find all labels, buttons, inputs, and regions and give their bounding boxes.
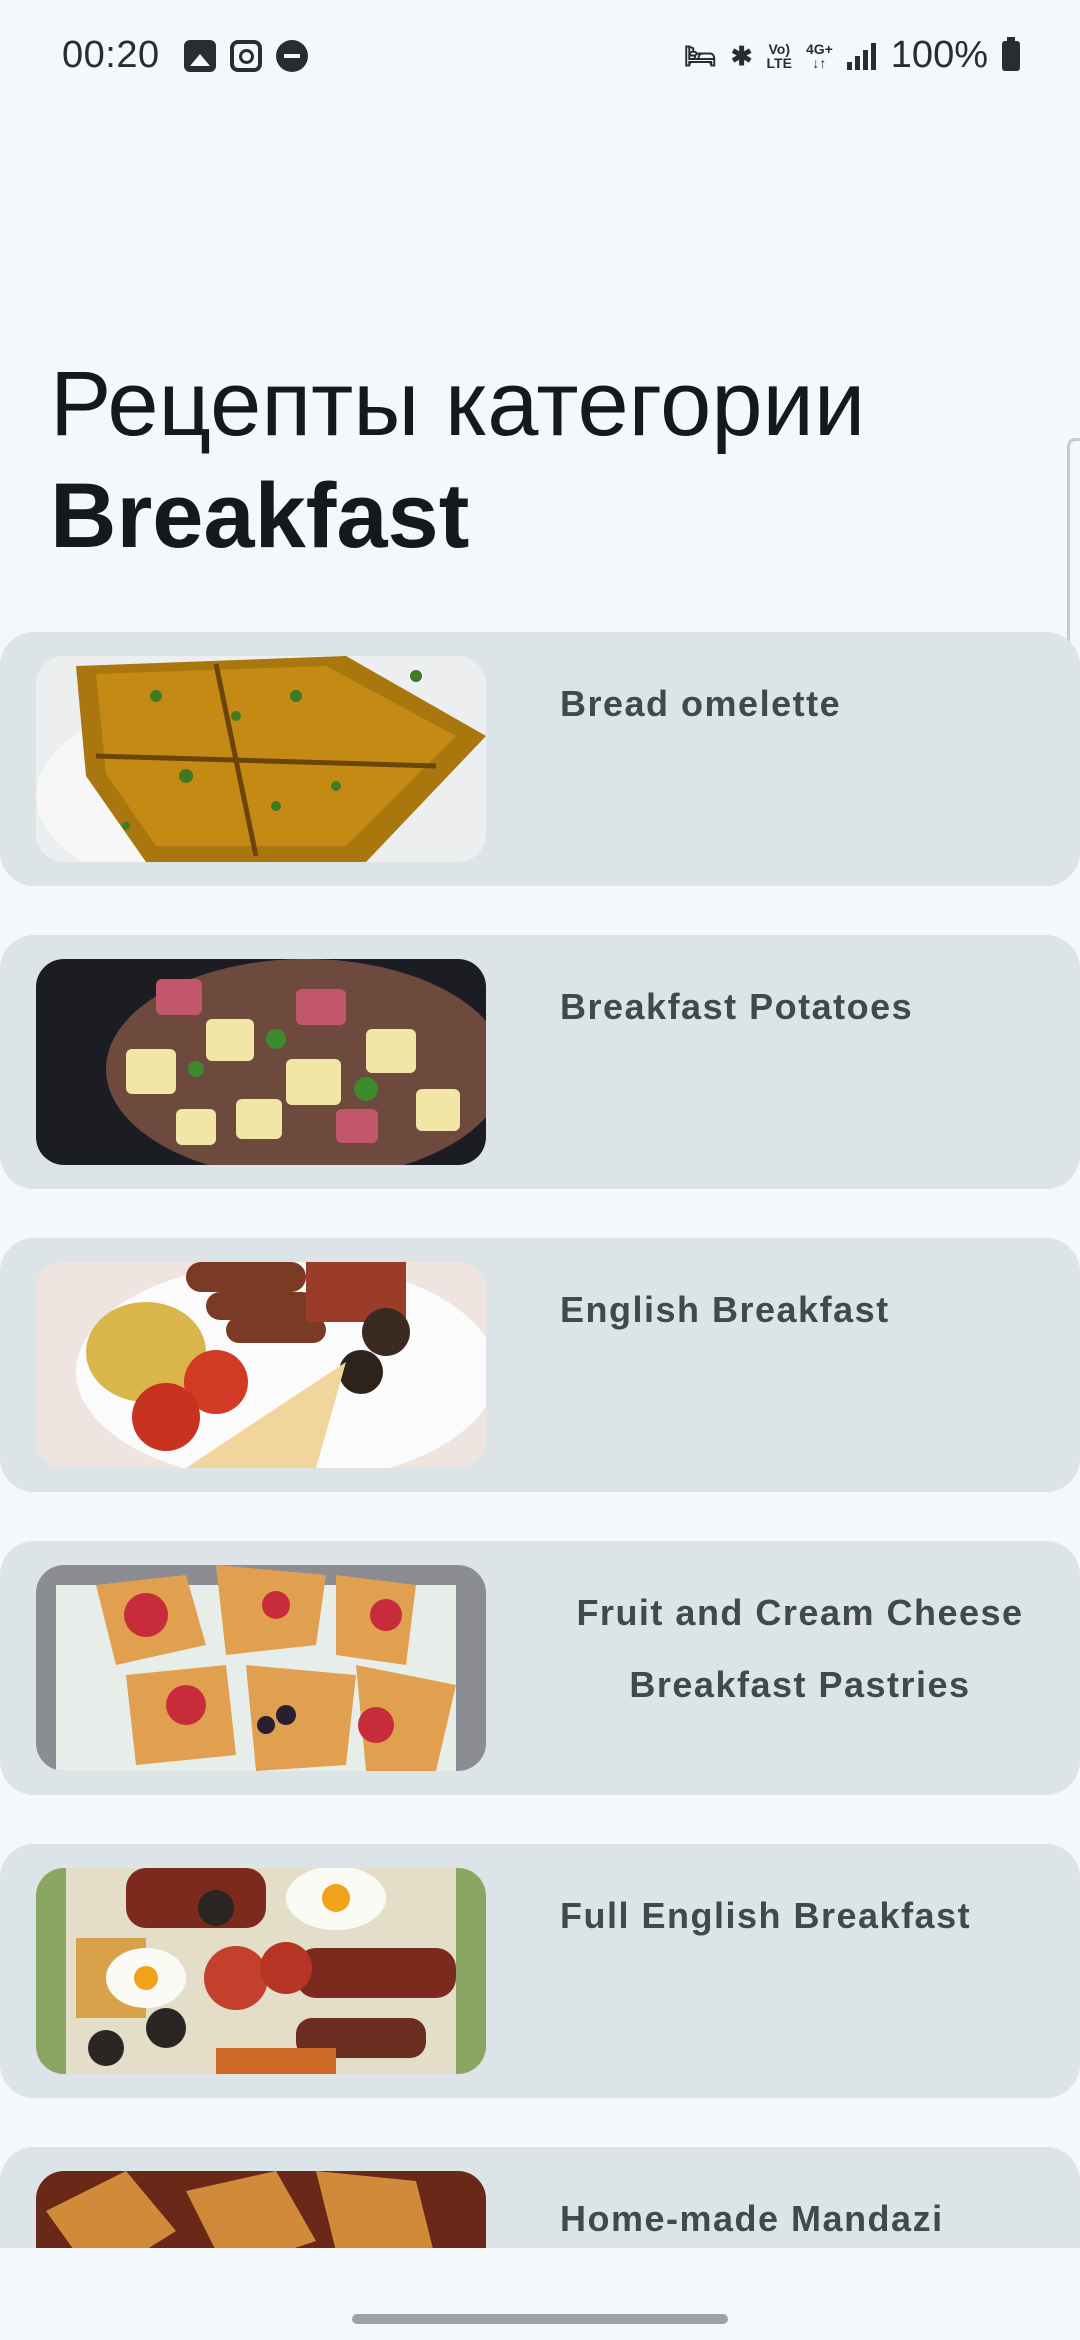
- status-bar: 00:20 🛏︎ ✱ Vo) LTE 4G+ ↓↑ 100%: [0, 0, 1080, 120]
- battery-icon: [1002, 36, 1020, 71]
- navigation-bar: [0, 2248, 1080, 2340]
- status-time: 00:20: [62, 34, 160, 76]
- recipe-card-bread-omelette[interactable]: Bread omelette: [0, 632, 1080, 886]
- signal-strength-icon: [846, 42, 877, 70]
- volte-icon: Vo) LTE: [766, 40, 792, 71]
- recipe-image: [36, 1868, 486, 2074]
- recipe-name: Fruit and Cream Cheese Breakfast Pastrie…: [576, 1592, 1024, 1705]
- recipe-name: Home-made Mandazi: [560, 2198, 944, 2239]
- sleep-mode-icon: 🛏︎: [683, 40, 717, 71]
- recipe-card-fruit-pastries[interactable]: Fruit and Cream Cheese Breakfast Pastrie…: [0, 1541, 1080, 1795]
- recipe-card-mandazi[interactable]: Home-made Mandazi: [0, 2147, 1080, 2248]
- recipe-name: Breakfast Potatoes: [560, 986, 914, 1027]
- recipe-name: Full English Breakfast: [560, 1895, 972, 1936]
- home-indicator[interactable]: [352, 2314, 728, 2324]
- page-title-prefix: Рецепты категории: [50, 353, 866, 455]
- do-not-disturb-icon: [276, 40, 308, 72]
- system-icons: 🛏︎ ✱ Vo) LTE 4G+ ↓↑ 100%: [684, 34, 1020, 77]
- bluetooth-icon: ✱: [730, 40, 753, 71]
- recipe-name: Bread omelette: [560, 683, 842, 724]
- recipe-name: English Breakfast: [560, 1289, 890, 1330]
- recipe-image: [36, 1262, 486, 1468]
- recipe-image: [36, 959, 486, 1165]
- recipe-image: [36, 2171, 486, 2248]
- recipe-image: [36, 1565, 486, 1771]
- recipe-card-full-english-breakfast[interactable]: Full English Breakfast: [0, 1844, 1080, 2098]
- gallery-icon: [184, 40, 216, 72]
- notification-icons: [184, 40, 308, 72]
- instagram-icon: [230, 40, 262, 72]
- battery-percentage: 100%: [890, 34, 988, 76]
- recipe-card-english-breakfast[interactable]: English Breakfast: [0, 1238, 1080, 1492]
- network-type-icon: 4G+ ↓↑: [805, 40, 833, 71]
- recipe-image: [36, 656, 486, 862]
- page-title-category: Breakfast: [50, 465, 470, 567]
- recipe-card-breakfast-potatoes[interactable]: Breakfast Potatoes: [0, 935, 1080, 1189]
- page-title: Рецепты категории Breakfast: [50, 348, 1030, 572]
- recipe-list: Bread omelette Breakfast Potatoes Englis…: [0, 632, 1080, 2248]
